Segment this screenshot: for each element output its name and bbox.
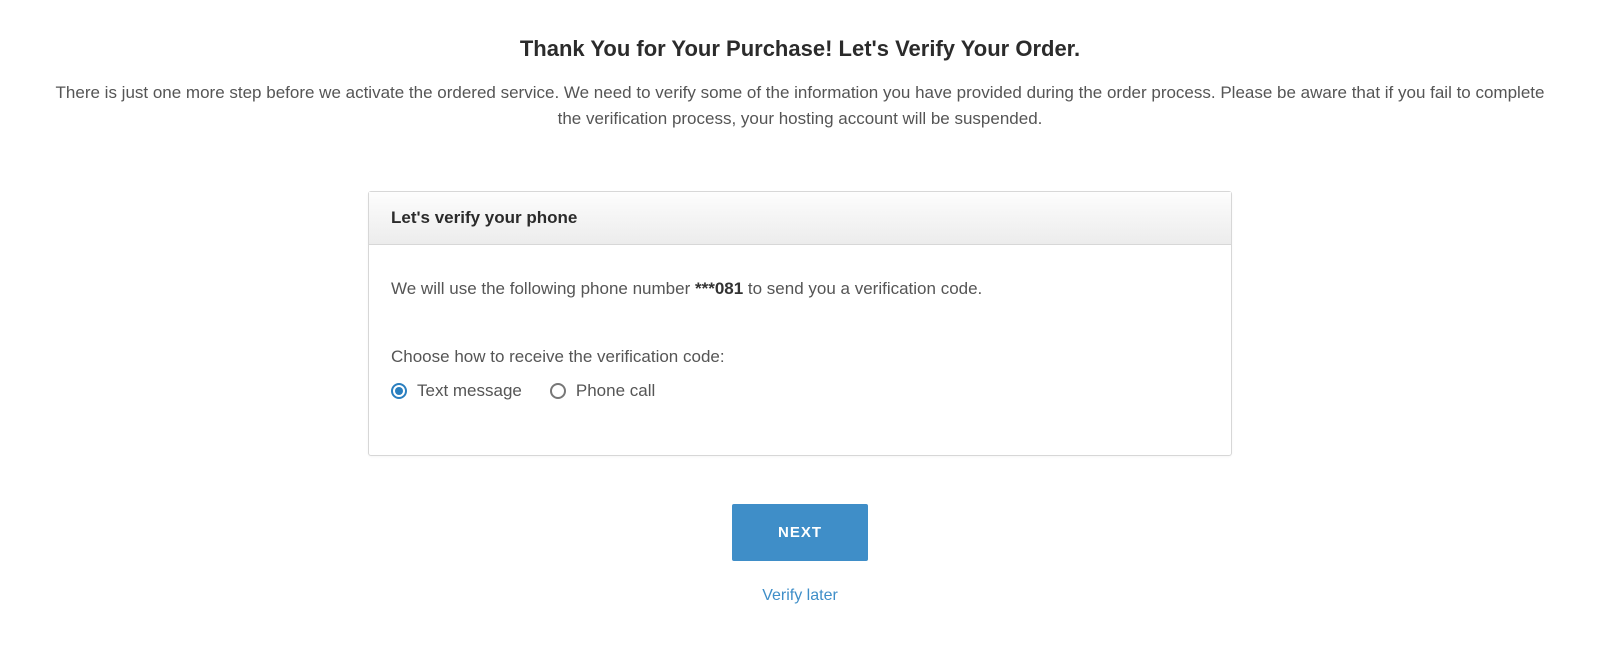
phone-masked-number: ***081	[695, 279, 743, 298]
phone-info-pre: We will use the following phone number	[391, 279, 695, 298]
radio-dot-icon	[550, 383, 566, 399]
choose-method-label: Choose how to receive the verification c…	[391, 347, 1209, 367]
verification-method-group: Text message Phone call	[391, 381, 1209, 401]
page-headline: Thank You for Your Purchase! Let's Verif…	[40, 36, 1560, 62]
verify-card: Let's verify your phone We will use the …	[368, 191, 1232, 456]
phone-info-line: We will use the following phone number *…	[391, 279, 1209, 299]
card-title: Let's verify your phone	[369, 192, 1231, 245]
radio-text-message[interactable]: Text message	[391, 381, 522, 401]
verify-later-link[interactable]: Verify later	[40, 587, 1560, 605]
phone-info-post: to send you a verification code.	[743, 279, 982, 298]
next-button[interactable]: Next	[732, 504, 868, 561]
radio-text-message-label: Text message	[417, 381, 522, 401]
radio-phone-call-label: Phone call	[576, 381, 655, 401]
radio-dot-icon	[391, 383, 407, 399]
radio-phone-call[interactable]: Phone call	[550, 381, 655, 401]
page-subtext: There is just one more step before we ac…	[50, 80, 1550, 131]
